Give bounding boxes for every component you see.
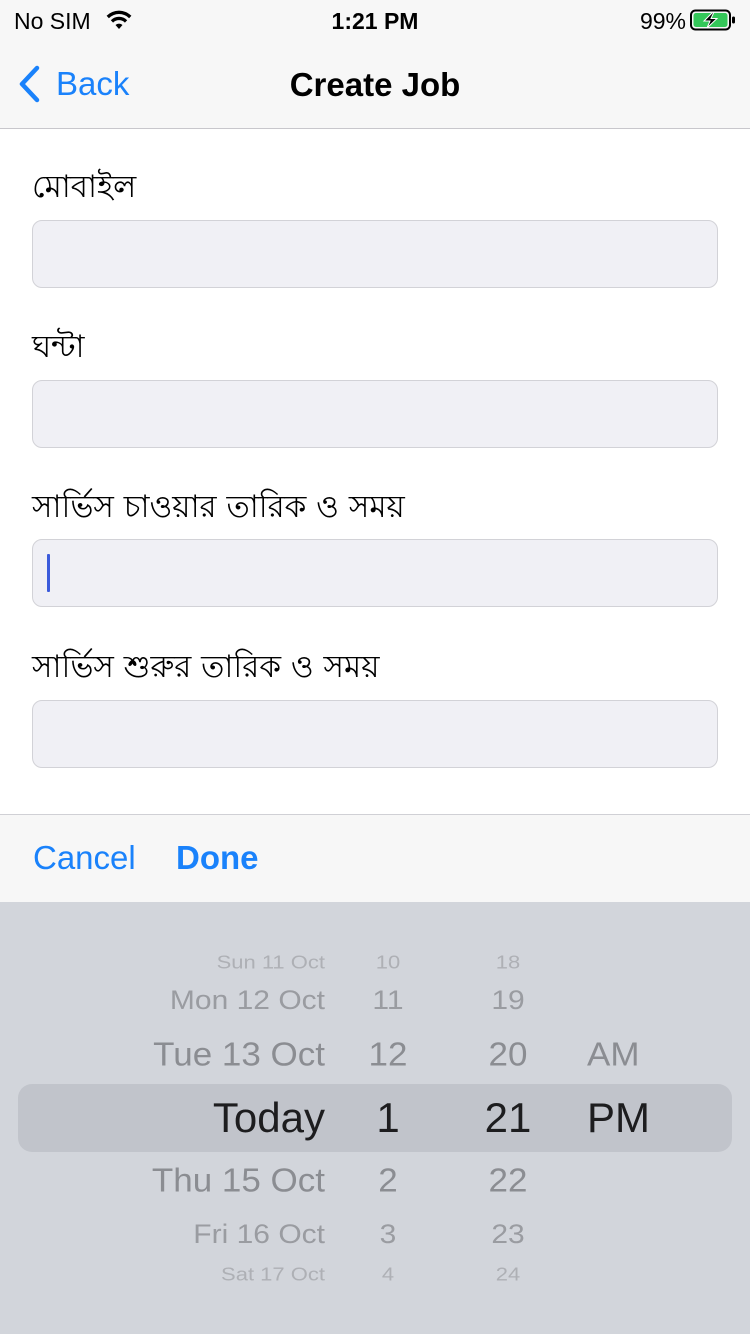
- minute-option[interactable]: 22: [458, 1162, 558, 1200]
- minute-option[interactable]: 18: [458, 952, 558, 973]
- clock: 1:21 PM: [331, 8, 419, 34]
- hours-input[interactable]: [32, 380, 718, 448]
- hour-wheel[interactable]: 10 11 12 1 2 3 4: [340, 902, 436, 1334]
- hour-option[interactable]: 12: [340, 1036, 436, 1074]
- date-option[interactable]: Fri 16 Oct: [193, 1220, 325, 1250]
- service-start-datetime-label: সার্ভিস শুরুর তারিক ও সময়: [32, 649, 380, 685]
- minute-option[interactable]: 24: [458, 1264, 558, 1285]
- mobile-input[interactable]: [32, 220, 718, 288]
- hour-option[interactable]: 2: [340, 1162, 436, 1200]
- text-cursor: [47, 554, 50, 592]
- status-bar: No SIM 1:21 PM 99%: [0, 0, 750, 40]
- cancel-button[interactable]: Cancel: [33, 839, 136, 877]
- hour-option[interactable]: 11: [340, 986, 436, 1016]
- minute-option[interactable]: 19: [458, 986, 558, 1016]
- battery-charging-icon: [690, 9, 735, 31]
- minute-option-selected[interactable]: 21: [458, 1094, 558, 1142]
- minute-wheel[interactable]: 18 19 20 21 22 23 24: [458, 902, 558, 1334]
- picker-toolbar: Cancel Done: [0, 814, 750, 902]
- hours-label: ঘন্টা: [32, 329, 85, 365]
- minute-option[interactable]: 20: [458, 1036, 558, 1074]
- service-request-datetime-input[interactable]: [32, 539, 718, 607]
- navigation-bar: Back Create Job: [0, 40, 750, 129]
- date-time-picker[interactable]: Sun 11 Oct Mon 12 Oct Tue 13 Oct Today Thu 1…: [0, 902, 750, 1334]
- date-option[interactable]: Thu 15 Oct: [152, 1162, 325, 1200]
- date-wheel[interactable]: Sun 11 Oct Mon 12 Oct Tue 13 Oct Today Thu 1…: [0, 902, 325, 1334]
- period-option[interactable]: AM: [587, 1036, 640, 1074]
- hour-option[interactable]: 3: [340, 1220, 436, 1250]
- date-option[interactable]: Sun 11 Oct: [217, 952, 325, 973]
- hour-option[interactable]: 10: [340, 952, 436, 973]
- job-form: মোবাইল ঘন্টা সার্ভিস চাওয়ার তারিক ও সময…: [0, 130, 750, 814]
- hour-option[interactable]: 4: [340, 1264, 436, 1285]
- page-title: Create Job: [289, 66, 461, 103]
- create-job-screen: No SIM 1:21 PM 99% Back Create Job মোবাই…: [0, 0, 750, 1334]
- date-option[interactable]: Mon 12 Oct: [170, 986, 325, 1016]
- date-option[interactable]: Tue 13 Oct: [153, 1036, 325, 1074]
- service-start-datetime-input[interactable]: [32, 700, 718, 768]
- date-option[interactable]: Sat 17 Oct: [221, 1264, 325, 1285]
- date-option-selected[interactable]: Today: [213, 1094, 325, 1142]
- period-option-selected[interactable]: PM: [587, 1094, 650, 1142]
- minute-option[interactable]: 23: [458, 1220, 558, 1250]
- hour-option-selected[interactable]: 1: [340, 1094, 436, 1142]
- done-button[interactable]: Done: [176, 839, 259, 877]
- period-wheel[interactable]: AM PM: [587, 902, 707, 1334]
- battery-percent: 99%: [639, 8, 686, 34]
- service-request-datetime-label: সার্ভিস চাওয়ার তারিক ও সময়: [32, 489, 405, 525]
- mobile-label: মোবাইল: [32, 169, 137, 205]
